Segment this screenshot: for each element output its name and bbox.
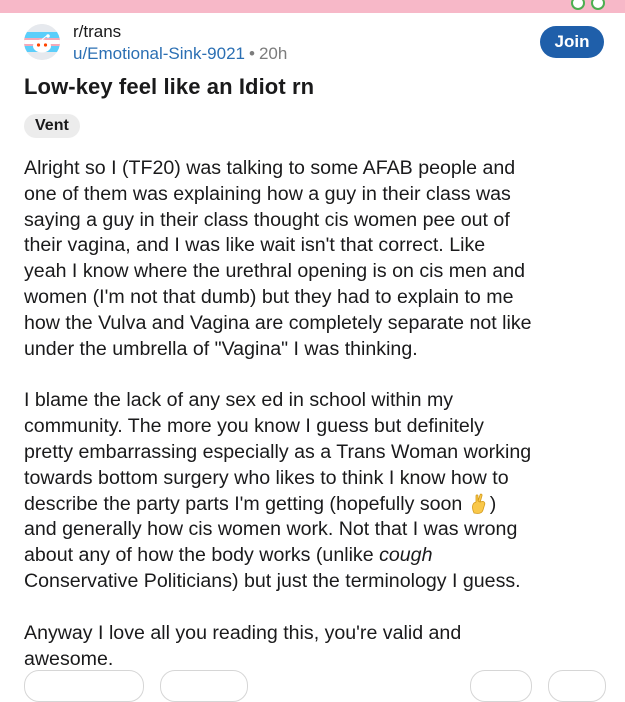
join-button[interactable]: Join	[540, 26, 604, 58]
post-meta: u/Emotional-Sink-9021 • 20h	[73, 44, 287, 64]
body-paragraph-2: I blame the lack of any sex ed in school…	[24, 388, 609, 594]
comment-button[interactable]	[160, 670, 248, 702]
subreddit-name[interactable]: r/trans	[73, 22, 121, 42]
post-flair[interactable]: Vent	[24, 114, 80, 138]
crossed-fingers-icon	[471, 493, 485, 514]
action-bar	[0, 668, 625, 702]
share-button[interactable]	[548, 670, 606, 702]
author-link[interactable]: u/Emotional-Sink-9021	[73, 44, 245, 63]
body-paragraph-3: Anyway I love all you reading this, you'…	[24, 621, 462, 670]
snoo-icon	[24, 24, 60, 60]
post-body: Alright so I (TF20) was talking to some …	[24, 156, 609, 672]
body-paragraph-1: Alright so I (TF20) was talking to some …	[24, 157, 532, 360]
vote-button[interactable]	[24, 670, 144, 702]
indicator-dot	[591, 0, 605, 10]
body-text: Conservative Politicians) but just the t…	[24, 569, 521, 592]
body-text: I blame the lack of any sex ed in school…	[24, 389, 532, 515]
subreddit-avatar[interactable]	[24, 24, 60, 60]
top-strip	[0, 0, 625, 13]
meta-separator: •	[248, 44, 255, 63]
award-button[interactable]	[470, 670, 532, 702]
strip-indicators	[571, 0, 605, 10]
post-title: Low-key feel like an Idiot rn	[24, 74, 315, 99]
indicator-dot	[571, 0, 585, 10]
post-header: r/trans u/Emotional-Sink-9021 • 20h Join	[24, 20, 604, 64]
post-age: 20h	[258, 44, 288, 63]
body-italic-text: cough	[379, 544, 433, 567]
